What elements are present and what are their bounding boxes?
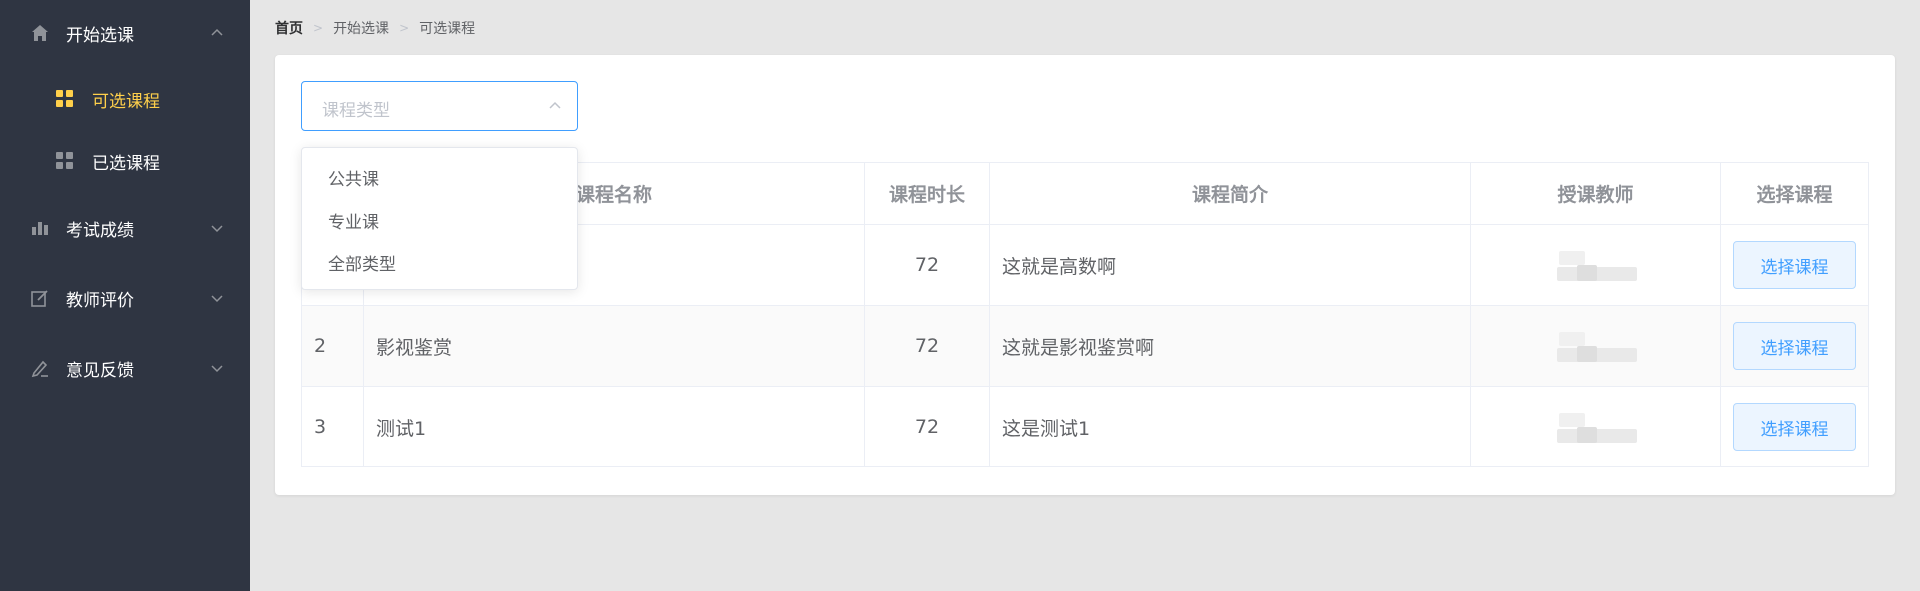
chevron-right-icon: > <box>313 21 324 35</box>
sidebar: 开始选课 可选课程 已选课程 考试成绩 教师评价 意见反馈 <box>0 0 250 591</box>
row-duration: 72 <box>865 387 990 467</box>
dropdown-option-public[interactable]: 公共课 <box>302 157 577 197</box>
select-course-button[interactable]: 选择课程 <box>1733 403 1856 451</box>
select-placeholder: 课程类型 <box>322 101 390 121</box>
row-duration: 72 <box>865 225 990 305</box>
breadcrumb-start-selection: 开始选课 <box>333 21 390 37</box>
chevron-right-icon: > <box>399 21 410 35</box>
breadcrumb: 首页 > 开始选课 > 可选课程 <box>275 18 475 38</box>
select-course-button[interactable]: 选择课程 <box>1733 241 1856 289</box>
course-type-select[interactable]: 课程类型 <box>301 81 578 131</box>
menu-group-label: 意见反馈 <box>66 360 134 381</box>
dropdown-option-major[interactable]: 专业课 <box>302 200 577 240</box>
blurred-teacher-name <box>1556 409 1637 445</box>
grid-icon <box>56 90 74 108</box>
row-action: 选择课程 <box>1721 387 1868 467</box>
blurred-teacher-name <box>1556 247 1637 283</box>
row-description: 这就是影视鉴赏啊 <box>990 306 1471 386</box>
bar-chart-icon <box>30 218 50 238</box>
row-teacher <box>1471 387 1721 467</box>
grid-icon <box>56 152 74 170</box>
blurred-teacher-name <box>1556 328 1637 364</box>
select-course-button[interactable]: 选择课程 <box>1733 322 1856 370</box>
row-index: 2 <box>302 306 364 386</box>
breadcrumb-current: 可选课程 <box>419 21 476 37</box>
header-select: 选择课程 <box>1756 184 1833 206</box>
sidebar-item-label: 已选课程 <box>92 153 160 174</box>
table-row: 2 影视鉴赏 72 这就是影视鉴赏啊 选择课程 <box>302 306 1868 387</box>
row-description: 这就是高数啊 <box>990 225 1471 305</box>
menu-group-label: 考试成绩 <box>66 220 134 241</box>
dropdown-option-all[interactable]: 全部类型 <box>302 242 577 282</box>
chevron-down-icon <box>210 221 224 235</box>
pen-icon <box>30 358 50 378</box>
row-teacher <box>1471 306 1721 386</box>
row-course-name: 测试1 <box>364 387 865 467</box>
edit-icon <box>30 288 50 308</box>
course-type-dropdown: 公共课 专业课 全部类型 <box>301 147 578 290</box>
sidebar-item-available-courses[interactable]: 可选课程 <box>0 77 250 121</box>
sidebar-item-label: 可选课程 <box>92 91 160 112</box>
menu-group-feedback[interactable]: 意见反馈 <box>0 348 250 388</box>
header-description: 课程简介 <box>990 163 1471 224</box>
row-action: 选择课程 <box>1721 306 1868 386</box>
chevron-up-icon <box>210 26 224 40</box>
row-teacher <box>1471 225 1721 305</box>
row-duration: 72 <box>865 306 990 386</box>
menu-group-start-selection[interactable]: 开始选课 <box>0 13 250 53</box>
row-description: 这是测试1 <box>990 387 1471 467</box>
row-action: 选择课程 <box>1721 225 1868 305</box>
row-course-name: 影视鉴赏 <box>364 306 865 386</box>
menu-group-label: 开始选课 <box>66 25 134 46</box>
menu-group-label: 教师评价 <box>66 290 134 311</box>
header-duration: 课程时长 <box>865 163 990 224</box>
chevron-down-icon <box>210 361 224 375</box>
header-teacher: 授课教师 <box>1471 163 1721 224</box>
chevron-up-icon <box>547 98 563 114</box>
home-icon <box>30 23 50 43</box>
row-index: 3 <box>302 387 364 467</box>
breadcrumb-home[interactable]: 首页 <box>275 18 303 38</box>
table-row: 3 测试1 72 这是测试1 选择课程 <box>302 387 1868 467</box>
sidebar-item-selected-courses[interactable]: 已选课程 <box>0 139 250 183</box>
menu-group-teacher-evaluation[interactable]: 教师评价 <box>0 278 250 318</box>
chevron-down-icon <box>210 291 224 305</box>
menu-group-exam-scores[interactable]: 考试成绩 <box>0 208 250 248</box>
